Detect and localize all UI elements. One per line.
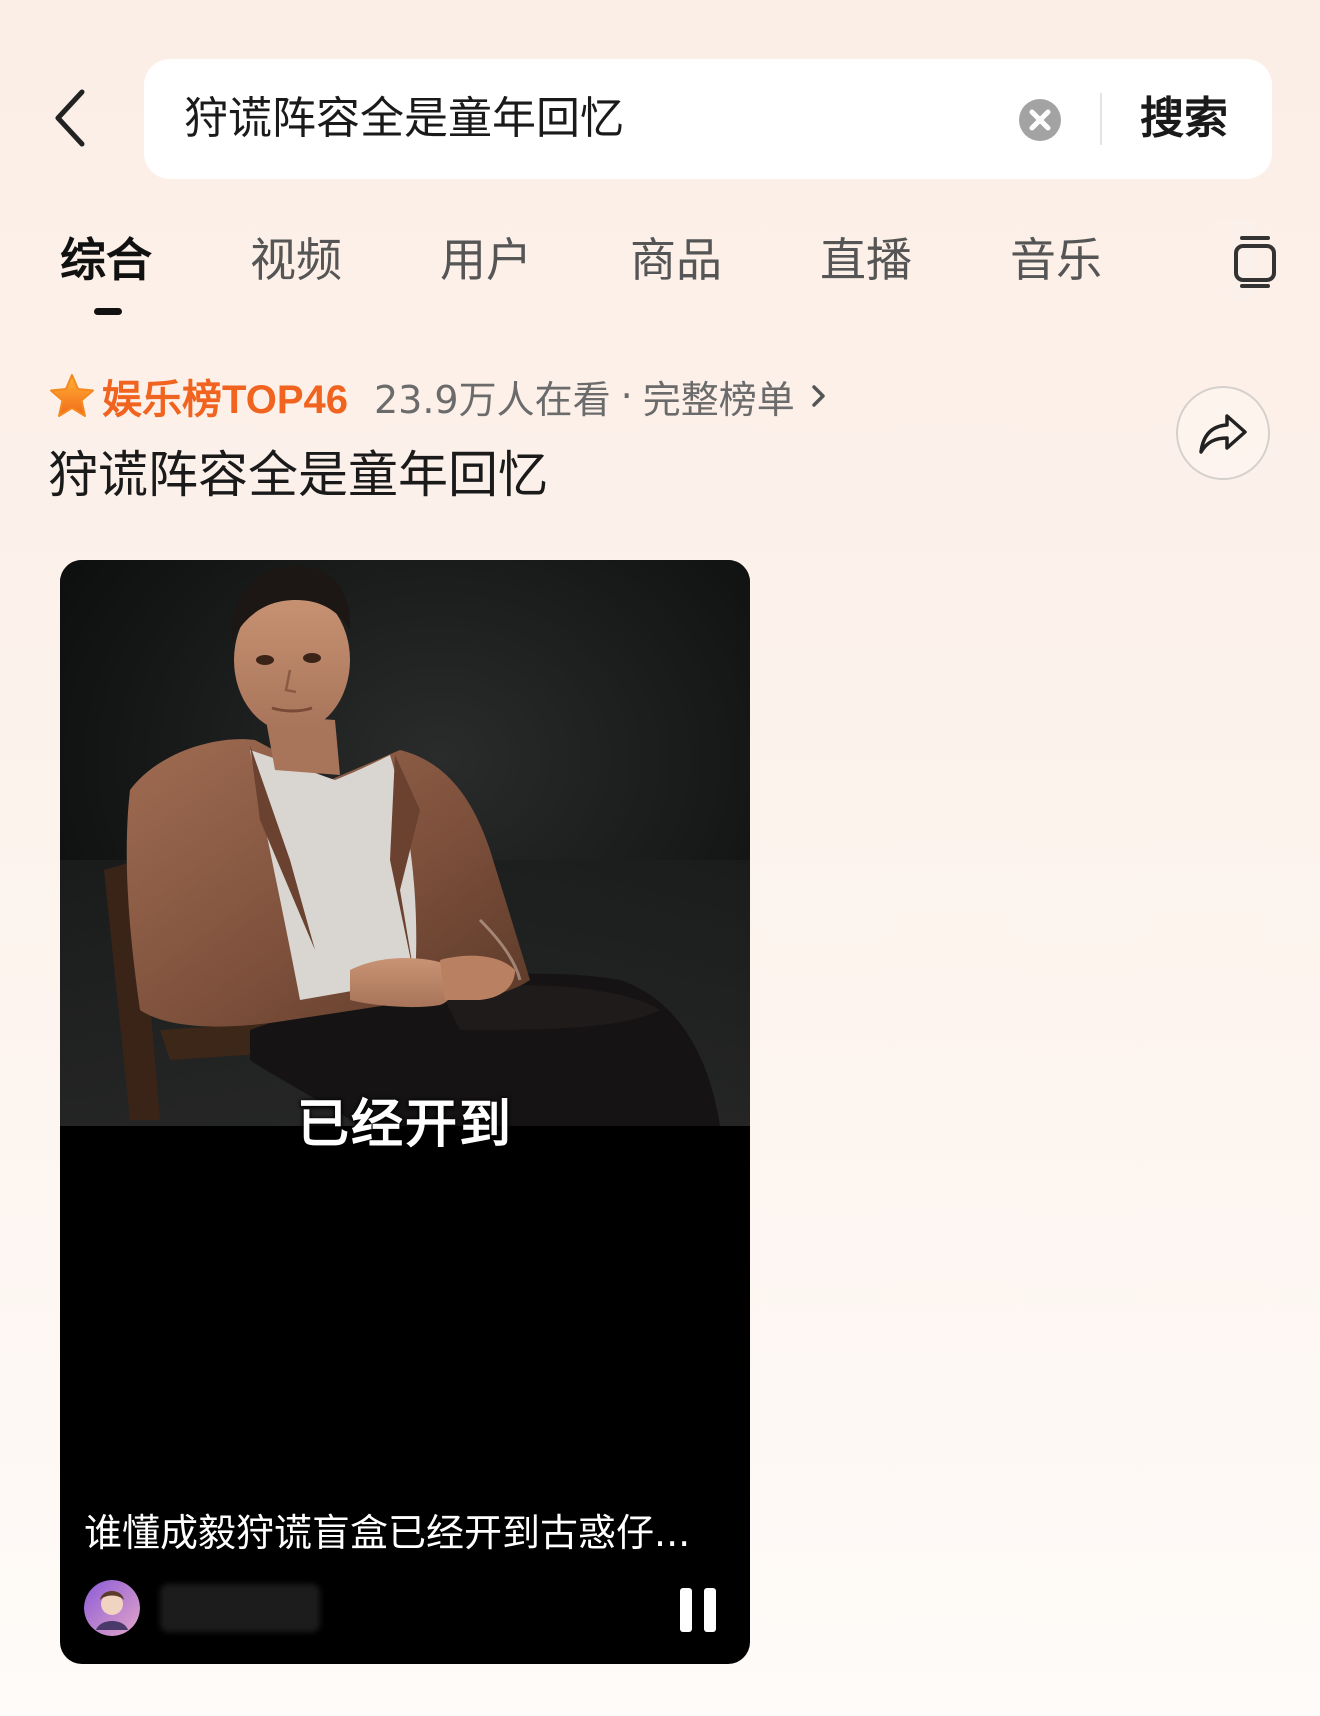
author-name-blurred[interactable] — [160, 1584, 320, 1632]
tab-products[interactable]: 商品 — [630, 220, 722, 300]
search-button[interactable]: 搜索 — [1140, 59, 1228, 179]
video-caption[interactable]: 谁懂成毅狩谎盲盒已经开到古惑仔... — [84, 1498, 704, 1568]
rank-info-row[interactable]: 娱乐榜TOP46 23.9万人在看 · 完整榜单 — [48, 364, 829, 428]
video-subtitle: 已经开到 — [296, 1095, 513, 1155]
separator-dot: · — [620, 374, 633, 418]
search-input[interactable]: 狩谎阵容全是童年回忆 — [184, 59, 624, 179]
search-bar: 狩谎阵容全是童年回忆 搜索 — [144, 59, 1272, 179]
avatar-image — [84, 1580, 140, 1636]
viewer-count: 23.9万人在看 — [374, 377, 611, 422]
share-button[interactable] — [1176, 386, 1270, 480]
clear-circle-icon[interactable] — [1018, 98, 1062, 142]
search-divider — [1100, 93, 1102, 145]
category-tabs: 综合 视频 用户 商品 直播 音乐 — [0, 220, 1320, 320]
video-thumbnail[interactable] — [60, 560, 750, 1126]
full-list-link[interactable]: 完整榜单 — [643, 369, 795, 424]
chevron-left-icon — [55, 89, 85, 147]
back-button[interactable] — [40, 78, 100, 158]
chevron-right-icon — [811, 385, 825, 407]
share-arrow-icon — [1199, 414, 1247, 454]
avatar[interactable] — [84, 1580, 140, 1636]
active-tab-indicator — [94, 308, 122, 315]
video-frame-image — [60, 560, 750, 1126]
video-card[interactable]: 已经开到 谁懂成毅狩谎盲盒已经开到古惑仔... — [60, 560, 750, 1664]
rank-label: 娱乐榜TOP46 — [102, 378, 348, 422]
pause-icon[interactable] — [678, 1588, 718, 1632]
tab-comprehensive[interactable]: 综合 — [60, 220, 152, 300]
star-icon — [50, 374, 94, 417]
tab-videos[interactable]: 视频 — [250, 220, 342, 300]
tabs-menu-icon[interactable] — [1230, 234, 1280, 288]
tab-users[interactable]: 用户 — [440, 220, 532, 300]
tab-live[interactable]: 直播 — [820, 220, 912, 300]
topic-title: 狩谎阵容全是童年回忆 — [48, 446, 548, 504]
tab-music[interactable]: 音乐 — [1010, 220, 1102, 300]
